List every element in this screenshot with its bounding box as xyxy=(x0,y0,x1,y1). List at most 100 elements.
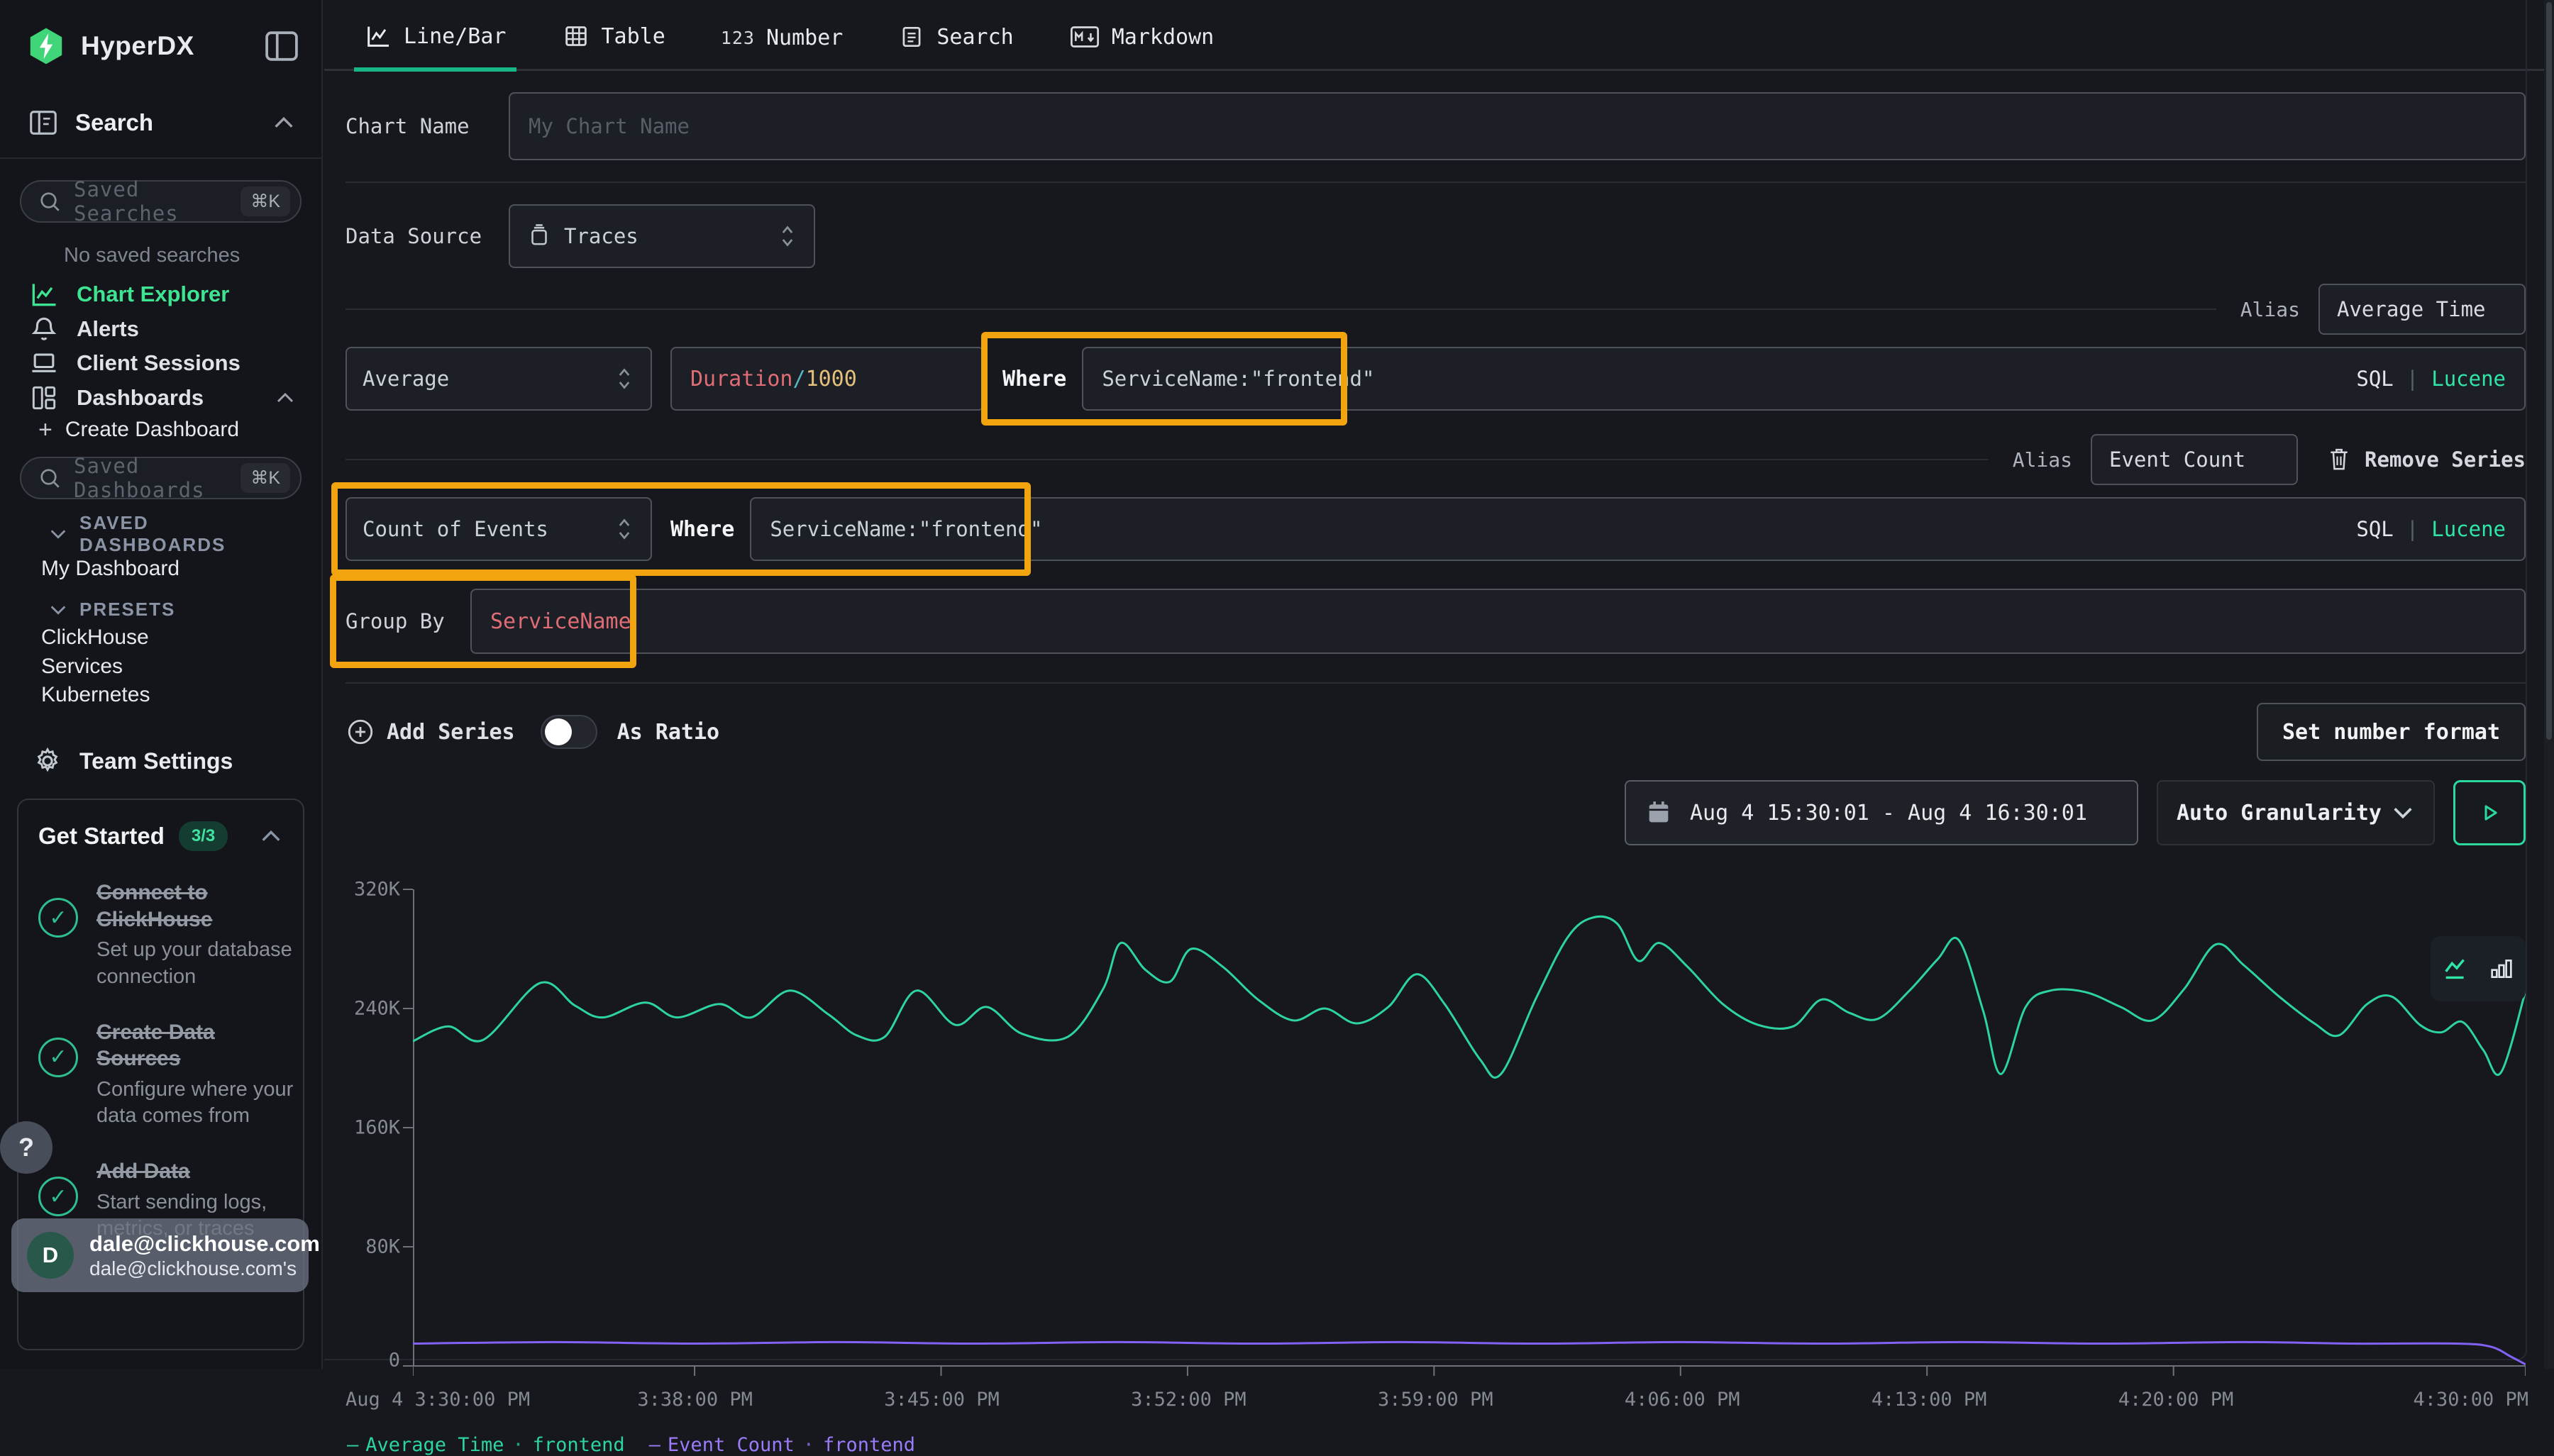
check-circle-icon: ✓ xyxy=(38,898,78,938)
y-tick-label: 160K xyxy=(354,1117,400,1139)
series-1-row: Average Duration/1000 Where ServiceName:… xyxy=(345,345,2526,413)
set-number-format-button[interactable]: Set number format xyxy=(2257,703,2526,761)
x-tick-label: 3:45:00 PM xyxy=(884,1389,1000,1411)
search-doc-icon xyxy=(898,23,925,50)
bell-icon xyxy=(28,313,60,345)
tab-markdown[interactable]: Markdown xyxy=(1062,23,1222,69)
lucene-toggle[interactable]: Lucene xyxy=(2431,367,2506,391)
series-2-where-input[interactable]: ServiceName:"frontend" SQL | Lucene xyxy=(750,497,2526,561)
x-axis-labels: Aug 4 3:30:00 PM3:38:00 PM3:45:00 PM3:52… xyxy=(345,1384,2526,1416)
sidebar-item-dashboards[interactable]: Dashboards xyxy=(20,380,302,414)
alias-label: Alias xyxy=(2240,298,2300,321)
chevron-down-icon xyxy=(48,603,68,617)
dashboards-icon xyxy=(28,382,60,413)
line-chart-icon xyxy=(364,22,392,50)
chart-legend: — Average Time · frontend — Event Count … xyxy=(347,1434,2526,1456)
table-icon xyxy=(562,22,590,50)
remove-series-button[interactable]: Remove Series xyxy=(2326,446,2526,473)
as-ratio-toggle[interactable] xyxy=(541,715,597,749)
where-label: Where xyxy=(670,517,734,542)
series-2-aggfn-select[interactable]: Count of Events xyxy=(345,497,652,561)
run-query-button[interactable] xyxy=(2453,780,2526,845)
number-123-icon: 123 xyxy=(721,28,755,48)
series-line-event-count xyxy=(413,1342,2526,1365)
series-1-alias-input[interactable]: Average Time xyxy=(2318,284,2526,335)
chart-plot-row: 320K 240K 160K 80K 0 xyxy=(345,884,2526,1380)
calendar-icon xyxy=(1644,799,1673,827)
database-icon xyxy=(526,223,553,250)
help-button[interactable]: ? xyxy=(0,1121,52,1174)
markdown-icon xyxy=(1069,23,1100,50)
data-source-select[interactable]: Traces xyxy=(509,204,815,268)
chart-builder-form: Chart Name My Chart Name Data Source Tra… xyxy=(324,71,2554,762)
group-presets[interactable]: PRESETS xyxy=(20,596,302,623)
series-1-where-input[interactable]: ServiceName:"frontend" SQL | Lucene xyxy=(1082,347,2526,411)
x-tick-label: 4:06:00 PM xyxy=(1625,1389,1740,1411)
group-by-input[interactable]: ServiceName xyxy=(470,589,2526,654)
saved-searches-input[interactable]: Saved Searches ⌘K xyxy=(20,180,302,223)
sidebar-section-search[interactable]: Search xyxy=(0,81,321,157)
series-2-alias-input[interactable]: Event Count xyxy=(2091,434,2298,485)
saved-searches-placeholder: Saved Searches xyxy=(74,177,241,226)
y-tick-label: 320K xyxy=(354,879,400,901)
tab-line-bar[interactable]: Line/Bar xyxy=(357,22,514,69)
chart-type-toggle[interactable] xyxy=(2431,936,2526,1001)
divider xyxy=(345,459,1989,460)
y-tick-label: 80K xyxy=(365,1236,400,1258)
series-2-row: Count of Events Where ServiceName:"front… xyxy=(345,495,2526,563)
create-dashboard-button[interactable]: + Create Dashboard xyxy=(20,415,302,445)
data-source-row: Data Source Traces xyxy=(345,204,2526,268)
select-chevrons-icon xyxy=(614,515,635,543)
sidebar-content: Saved Searches ⌘K No saved searches Char… xyxy=(0,159,321,777)
sidebar-collapse-icon[interactable] xyxy=(263,30,300,62)
chart-name-input[interactable]: My Chart Name xyxy=(509,92,2526,160)
sql-toggle[interactable]: SQL xyxy=(2356,517,2393,541)
user-menu[interactable]: D dale@clickhouse.com dale@clickhouse.co… xyxy=(11,1218,309,1292)
tab-search[interactable]: Search xyxy=(891,23,1020,69)
sql-toggle[interactable]: SQL xyxy=(2356,367,2393,391)
sidebar-item-clickhouse[interactable]: ClickHouse xyxy=(20,623,302,652)
chart-area: 320K 240K 160K 80K 0 xyxy=(345,884,2526,1456)
chevron-up-icon[interactable] xyxy=(259,828,283,845)
tab-number[interactable]: 123 Number xyxy=(714,26,851,69)
get-started-item[interactable]: ✓ Create Data Sources Configure where yo… xyxy=(38,1019,283,1130)
sidebar-item-alerts[interactable]: Alerts xyxy=(20,311,302,345)
get-started-title: Get Started xyxy=(38,823,165,850)
date-range-picker[interactable]: Aug 4 15:30:01 - Aug 4 16:30:01 xyxy=(1625,780,2138,845)
series-1-aggfn-select[interactable]: Average xyxy=(345,347,652,411)
page-scrollbar[interactable] xyxy=(2544,0,2554,1369)
sidebar-item-team-settings[interactable]: Team Settings xyxy=(20,709,302,777)
play-icon xyxy=(2475,799,2504,827)
chevron-up-icon[interactable] xyxy=(272,114,296,131)
series-1-alias-row: Alias Average Time xyxy=(345,284,2526,335)
tab-table[interactable]: Table xyxy=(555,22,673,69)
add-series-button[interactable]: Add Series xyxy=(345,717,515,747)
avatar: D xyxy=(27,1232,74,1279)
sidebar-item-kubernetes[interactable]: Kubernetes xyxy=(20,681,302,709)
legend-item-event-count[interactable]: — Event Count · frontend xyxy=(649,1434,915,1456)
divider xyxy=(345,182,2526,183)
lucene-toggle[interactable]: Lucene xyxy=(2431,517,2506,541)
where-label: Where xyxy=(1002,367,1066,391)
sidebar-item-services[interactable]: Services xyxy=(20,652,302,681)
main-content: Line/Bar Table 123 Number Search xyxy=(324,0,2554,1369)
search-icon xyxy=(37,465,62,491)
y-axis-labels: 320K 240K 160K 80K 0 xyxy=(345,884,413,1380)
group-by-row: Group By ServiceName xyxy=(345,587,2526,655)
sidebar-item-chart-explorer[interactable]: Chart Explorer xyxy=(20,277,302,311)
shortcut-badge: ⌘K xyxy=(241,187,290,216)
series-1-expression-input[interactable]: Duration/1000 xyxy=(670,347,984,411)
legend-item-average-time[interactable]: — Average Time · frontend xyxy=(347,1434,625,1456)
sidebar-item-client-sessions[interactable]: Client Sessions xyxy=(20,346,302,380)
sidebar-item-my-dashboard[interactable]: My Dashboard xyxy=(20,555,302,583)
group-saved-dashboards[interactable]: SAVED DASHBOARDS xyxy=(20,513,302,555)
x-tick-label: 3:52:00 PM xyxy=(1131,1389,1246,1411)
saved-dashboards-input[interactable]: Saved Dashboards ⌘K xyxy=(20,457,302,499)
series-line-average-time xyxy=(413,916,2526,1077)
get-started-item[interactable]: ✓ Connect to ClickHouse Set up your data… xyxy=(38,879,283,990)
granularity-select[interactable]: Auto Granularity xyxy=(2157,780,2435,845)
x-axis-ticks xyxy=(413,1366,2526,1376)
legend-swatch: — xyxy=(347,1434,358,1456)
chart-canvas[interactable] xyxy=(413,884,2526,1380)
scrollbar-thumb[interactable] xyxy=(2546,2,2552,740)
